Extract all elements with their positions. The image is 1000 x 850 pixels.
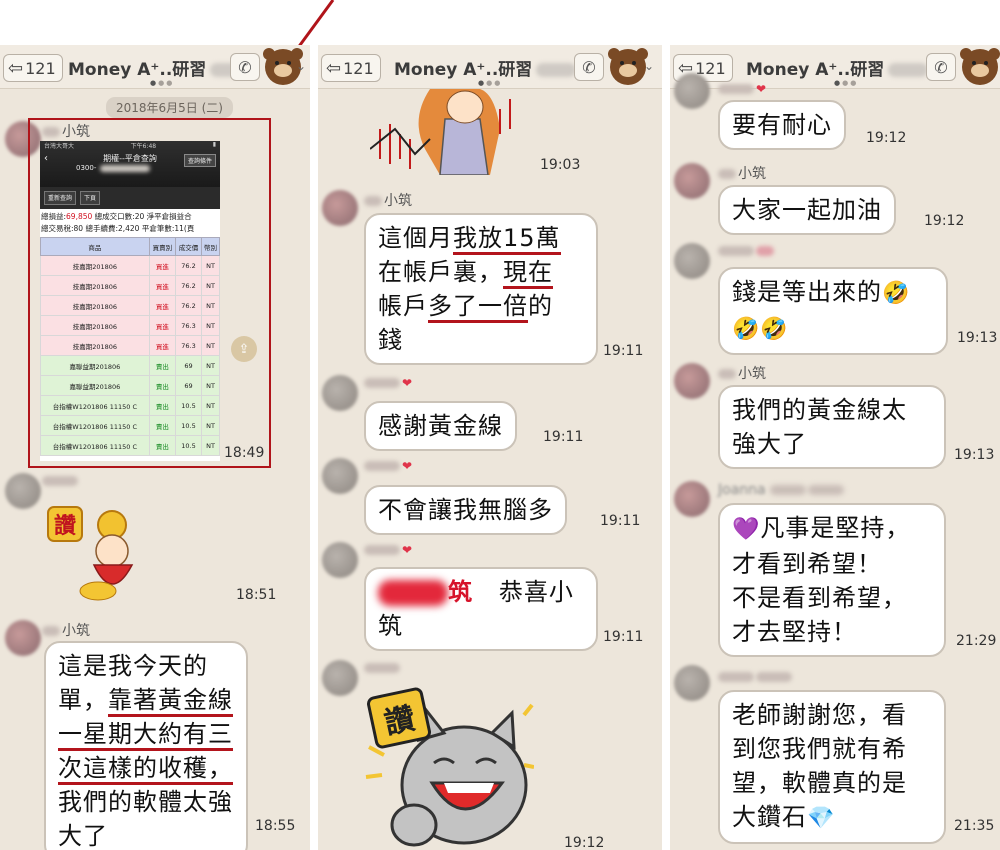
avatar[interactable] <box>322 190 358 226</box>
praise-sticker-cat[interactable]: 讚 <box>364 685 535 850</box>
back-arrow-icon: ⇦ <box>8 57 24 79</box>
avatar[interactable] <box>5 620 41 656</box>
bear-menu-icon[interactable] <box>608 48 648 85</box>
message-time: 19:11 <box>603 629 644 645</box>
rofl-emoji-icon: 🤣🤣 <box>732 317 789 342</box>
sender-name: ❤ <box>718 81 766 97</box>
avatar[interactable] <box>674 481 710 517</box>
sender-name: ❤ <box>364 458 412 474</box>
message-time: 18:49 <box>224 445 265 461</box>
message-bubble[interactable]: 錢是等出來的🤣 🤣🤣 <box>718 267 948 355</box>
call-button[interactable]: ✆ <box>574 53 604 81</box>
avatar[interactable] <box>674 243 710 279</box>
message-bubble[interactable]: 💜凡事是堅持， 才看到希望！ 不是看到希望， 才去堅持！ <box>718 503 946 657</box>
call-button[interactable]: ✆ <box>230 53 260 81</box>
sender-name: ❤ <box>364 542 412 558</box>
chat-title[interactable]: Money A⁺..研習 <box>746 55 929 80</box>
message-bubble[interactable]: 大家一起加油 <box>718 185 896 235</box>
phone-icon: ✆ <box>934 57 948 77</box>
sender-name <box>42 473 80 489</box>
diamond-emoji-icon: 💎 <box>807 806 836 831</box>
avatar[interactable] <box>674 363 710 399</box>
sender-name: ❤ <box>364 375 412 391</box>
chat-title[interactable]: Money A⁺..研習 <box>394 55 577 80</box>
businesswoman-sticker[interactable] <box>369 89 520 176</box>
chat-title[interactable]: Money A⁺..研習 <box>68 55 251 80</box>
message-bubble[interactable]: 這個月我放15萬 在帳戶裏，現在 帳戶多了一倍的 錢 <box>364 213 598 365</box>
message-time: 19:11 <box>600 513 641 529</box>
member-count-blurred <box>888 63 929 77</box>
message-bubble[interactable]: 這是我今天的 單，靠著黃金線 一星期大約有三 次這樣的收穫， 我們的軟體太強 大… <box>44 641 248 850</box>
bear-menu-icon[interactable] <box>960 48 1000 85</box>
chat-header: ⇦ 121 Money A⁺..研習 ●●● ✆ ⌄ <box>0 45 310 89</box>
sender-name: 小筑 <box>718 163 766 183</box>
message-bubble[interactable]: 感謝黃金線 <box>364 401 517 451</box>
back-button[interactable]: ⇦ 121 <box>321 54 381 82</box>
sender-name: 小筑 <box>42 620 90 640</box>
line-chat-composite: ⇦ 121 Money A⁺..研習 ●●● ✆ ⌄ 2018年6月5日 (二)… <box>0 0 1000 850</box>
message-time: 18:51 <box>236 587 277 603</box>
chat-panel-2: ⇦ 121 Money A⁺..研習 ●●● ✆ ⌄ 19:03 小筑 這個月我… <box>318 45 662 850</box>
message-time: 19:03 <box>540 157 581 173</box>
chat-panel-3: ⇦ 121 Money A⁺..研習 ●●● ✆ ❤ 要有耐心 19:12 小筑… <box>670 45 1000 850</box>
rofl-emoji-icon: 🤣 <box>882 281 911 306</box>
sender-name: 小筑 <box>718 363 766 383</box>
page-dots: ●●● <box>478 79 503 87</box>
svg-text:讚: 讚 <box>54 513 76 539</box>
message-time: 21:29 <box>956 633 997 649</box>
message-time: 19:12 <box>564 835 605 850</box>
avatar[interactable] <box>5 473 41 509</box>
message-time: 19:13 <box>954 447 995 463</box>
avatar[interactable] <box>322 660 358 696</box>
avatar[interactable] <box>322 375 358 411</box>
avatar[interactable] <box>674 73 710 109</box>
sender-name <box>718 243 776 259</box>
avatar[interactable] <box>322 542 358 578</box>
phone-icon: ✆ <box>582 57 596 77</box>
back-button[interactable]: ⇦ 121 <box>3 54 63 82</box>
avatar[interactable] <box>674 665 710 701</box>
redacted-name <box>378 580 448 606</box>
member-count-blurred <box>536 63 577 77</box>
share-icon[interactable]: ⇪ <box>231 336 257 362</box>
chat-header: ⇦ 121 Money A⁺..研習 ●●● ✆ ⌄ <box>318 45 662 89</box>
message-time: 19:13 <box>957 330 998 346</box>
message-time: 19:12 <box>866 130 907 146</box>
message-time: 19:12 <box>924 213 965 229</box>
avatar[interactable] <box>674 163 710 199</box>
praise-sticker-fortune-god[interactable]: 讚 <box>42 503 157 608</box>
message-bubble[interactable]: 不會讓我無腦多 <box>364 485 567 535</box>
chat-panel-1: ⇦ 121 Money A⁺..研習 ●●● ✆ ⌄ 2018年6月5日 (二)… <box>0 45 310 850</box>
message-bubble[interactable]: 筑 恭喜小 筑 <box>364 567 598 651</box>
sender-name: Joanna <box>718 482 846 498</box>
sender-name <box>718 669 794 685</box>
avatar[interactable] <box>322 458 358 494</box>
message-bubble[interactable]: 老師謝謝您，看 到您我們就有希 望，軟體真的是 大鑽石💎 <box>718 690 946 844</box>
message-time: 19:11 <box>543 429 584 445</box>
unread-count: 121 <box>25 58 56 78</box>
call-button[interactable]: ✆ <box>926 53 956 81</box>
sender-name: 小筑 <box>364 190 412 210</box>
unread-count: 121 <box>343 58 374 78</box>
page-dots: ●●● <box>834 79 859 87</box>
highlight-frame <box>28 118 271 468</box>
back-arrow-icon: ⇦ <box>326 57 342 79</box>
message-time: 18:55 <box>255 818 296 834</box>
message-time: 21:35 <box>954 818 995 834</box>
date-separator: 2018年6月5日 (二) <box>106 97 233 118</box>
purple-heart-icon: 💜 <box>732 517 761 542</box>
message-time: 19:11 <box>603 343 644 359</box>
phone-icon: ✆ <box>238 57 252 77</box>
chevron-down-icon[interactable]: ⌄ <box>644 59 654 73</box>
message-bubble[interactable]: 我們的黃金線太 強大了 <box>718 385 946 469</box>
message-bubble[interactable]: 要有耐心 <box>718 100 846 150</box>
page-dots: ●●● <box>150 79 175 87</box>
sender-name <box>364 660 402 676</box>
chevron-down-icon[interactable]: ⌄ <box>296 59 306 73</box>
